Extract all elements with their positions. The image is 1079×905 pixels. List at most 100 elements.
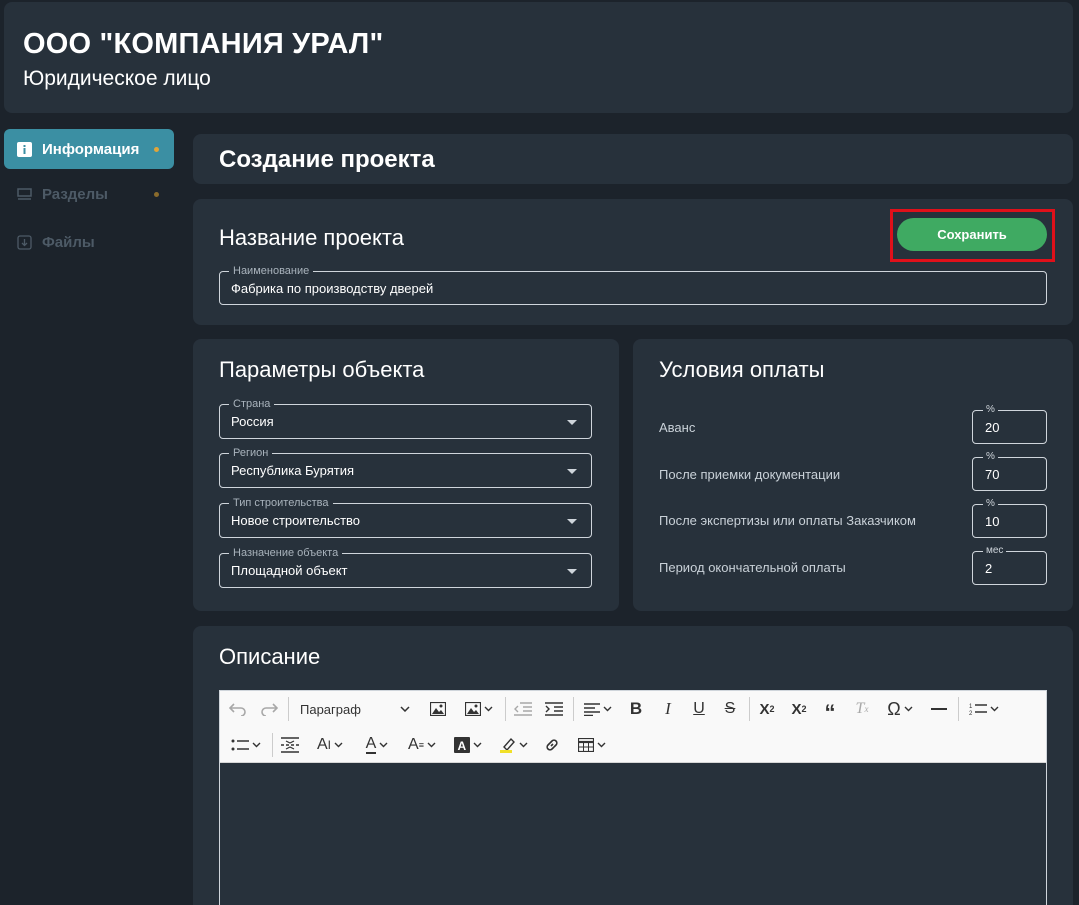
paragraph-style-value: Параграф — [300, 701, 361, 717]
svg-text:A: A — [458, 739, 467, 753]
region-select[interactable]: Регион Республика Бурятия — [219, 446, 592, 488]
company-name: ООО "КОМПАНИЯ УРАЛ" — [23, 28, 384, 60]
advance-percent-input[interactable]: % 20 — [972, 403, 1047, 444]
font-family-icon[interactable]: A ≡ — [403, 732, 441, 758]
info-icon — [16, 141, 32, 157]
field-legend: Страна — [229, 397, 275, 411]
chevron-down-icon — [567, 420, 577, 425]
sidebar-item-label: Файлы — [42, 233, 95, 251]
company-type: Юридическое лицо — [23, 67, 211, 90]
table-icon[interactable] — [572, 732, 612, 758]
numbered-list-icon[interactable]: 12 — [964, 696, 1004, 722]
project-name-field[interactable]: Наименование Фабрика по производству две… — [219, 264, 1047, 305]
toolbar-separator — [505, 697, 506, 721]
italic-icon[interactable]: I — [656, 696, 680, 722]
save-button[interactable]: Сохранить — [897, 218, 1047, 251]
country-select[interactable]: Страна Россия — [219, 397, 592, 439]
horizontal-line-icon[interactable] — [927, 696, 951, 722]
field-value: Россия — [231, 414, 274, 429]
final-payment-period-label: Период окончательной оплаты — [659, 560, 846, 575]
bold-icon[interactable]: B — [624, 696, 648, 722]
outdent-icon[interactable] — [511, 696, 535, 722]
sections-icon — [16, 186, 32, 202]
unit-legend: % — [983, 450, 998, 463]
svg-text:2: 2 — [969, 711, 973, 716]
underline-icon[interactable]: U — [687, 696, 711, 722]
sidebar-item-info[interactable]: Информация — [4, 129, 174, 169]
payment-terms-section: Условия оплаты Аванс % 20 После приемки … — [633, 339, 1073, 611]
sidebar-item-label: Разделы — [42, 185, 108, 203]
field-value: Фабрика по производству дверей — [231, 281, 434, 296]
object-purpose-select[interactable]: Назначение объекта Площадной объект — [219, 546, 592, 588]
toolbar-separator — [288, 697, 289, 721]
font-size-icon[interactable]: AI — [310, 732, 350, 758]
strikethrough-icon[interactable]: S — [718, 696, 742, 722]
field-value: 70 — [985, 467, 1000, 482]
download-icon — [16, 234, 32, 250]
field-value: Площадной объект — [231, 563, 348, 578]
field-legend: Наименование — [229, 264, 314, 278]
superscript-icon[interactable]: X2 — [755, 696, 779, 722]
page-title-bar: Создание проекта — [193, 134, 1073, 184]
final-payment-period-input[interactable]: мес 2 — [972, 544, 1047, 585]
field-value: 10 — [985, 514, 1000, 529]
unit-legend: % — [983, 403, 998, 416]
subscript-icon[interactable]: X2 — [787, 696, 811, 722]
image-icon[interactable] — [426, 696, 450, 722]
after-expertise-percent-input[interactable]: % 10 — [972, 497, 1047, 538]
status-dot — [154, 147, 159, 152]
blockquote-icon[interactable]: “ — [818, 696, 842, 725]
sidebar-item-files[interactable]: Файлы — [4, 222, 174, 262]
sidebar-item-sections[interactable]: Разделы — [4, 174, 174, 214]
after-documentation-label: После приемки документации — [659, 467, 841, 482]
editor-toolbar: Параграф B I U S X 2 X 2 “ T x Ω 1 2 A I… — [220, 691, 1046, 763]
image-insert-icon[interactable] — [458, 696, 500, 722]
field-value: 2 — [985, 561, 993, 576]
after-documentation-percent-input[interactable]: % 70 — [972, 450, 1047, 491]
section-title: Описание — [219, 644, 321, 669]
section-title: Параметры объекта — [219, 357, 425, 382]
bulleted-list-icon[interactable] — [226, 732, 266, 758]
svg-text:1: 1 — [969, 704, 973, 710]
sidebar-item-label: Информация — [42, 140, 140, 158]
construction-type-select[interactable]: Тип строительства Новое строительство — [219, 496, 592, 538]
field-legend: Назначение объекта — [229, 546, 343, 560]
rich-text-editor: Параграф B I U S X 2 X 2 “ T x Ω 1 2 A I… — [219, 690, 1047, 905]
paragraph-style-select[interactable]: Параграф — [294, 696, 416, 722]
unit-legend: мес — [983, 544, 1007, 557]
description-section: Описание Параграф B I U S X 2 X 2 “ T x … — [193, 626, 1073, 905]
unit-legend: % — [983, 497, 998, 510]
field-value: Новое строительство — [231, 513, 361, 528]
background-color-icon[interactable]: A — [448, 732, 488, 758]
special-character-icon[interactable]: Ω — [881, 696, 919, 722]
link-icon[interactable] — [540, 732, 564, 758]
field-value: 20 — [985, 420, 1000, 435]
highlight-icon[interactable] — [494, 732, 534, 758]
section-title: Название проекта — [219, 225, 404, 250]
project-name-section: Название проекта Сохранить Наименование … — [193, 199, 1073, 325]
chevron-down-icon — [567, 519, 577, 524]
font-color-icon[interactable]: A — [357, 732, 397, 758]
undo-icon[interactable] — [226, 696, 250, 722]
after-expertise-label: После экспертизы или оплаты Заказчиком — [659, 513, 916, 528]
status-dot — [154, 192, 159, 197]
editor-content-area[interactable] — [220, 763, 1046, 905]
field-value: Республика Бурятия — [231, 463, 355, 478]
align-left-icon[interactable] — [579, 696, 617, 722]
indent-icon[interactable] — [542, 696, 566, 722]
toolbar-separator — [749, 697, 750, 721]
redo-icon[interactable] — [257, 696, 281, 722]
field-legend: Тип строительства — [229, 496, 333, 510]
chevron-down-icon — [567, 469, 577, 474]
object-params-section: Параметры объекта Страна Россия Регион Р… — [193, 339, 619, 611]
page-title: Создание проекта — [219, 146, 435, 173]
advance-label: Аванс — [659, 420, 696, 435]
toolbar-separator — [272, 733, 273, 757]
page-break-icon[interactable] — [278, 732, 302, 758]
toolbar-separator — [573, 697, 574, 721]
chevron-down-icon — [567, 569, 577, 574]
field-legend: Регион — [229, 446, 273, 460]
clear-format-icon[interactable]: Tx — [850, 696, 874, 722]
company-header: ООО "КОМПАНИЯ УРАЛ" Юридическое лицо — [4, 2, 1073, 113]
section-title: Условия оплаты — [659, 357, 825, 382]
